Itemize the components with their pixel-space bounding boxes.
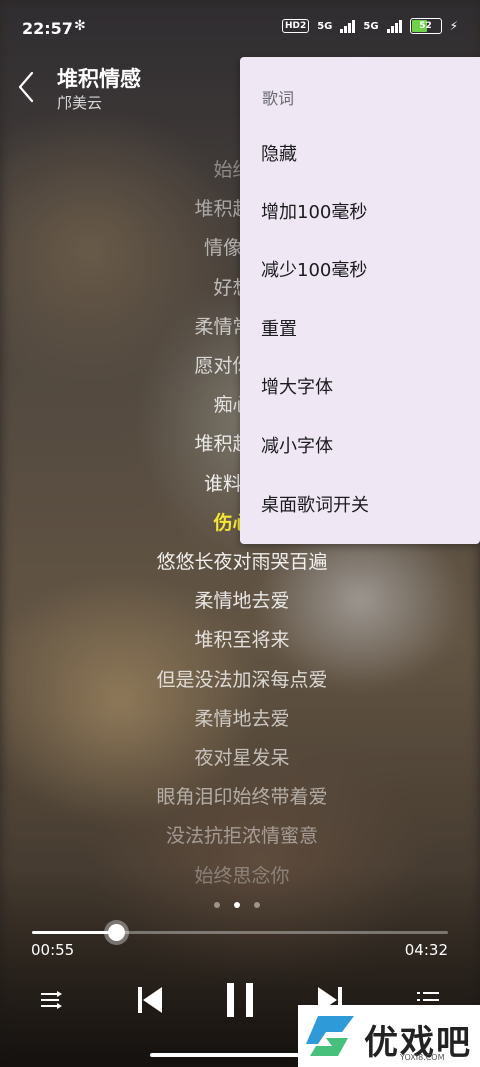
menu-item-reset[interactable]: 重置 — [240, 301, 480, 359]
lyrics-options-menu: 歌词 隐藏 增加100毫秒 减少100毫秒 重置 增大字体 减小字体 桌面歌词开… — [240, 57, 480, 544]
network-5g-label-2: 5G — [363, 20, 379, 32]
current-time: 00:55 — [31, 941, 75, 959]
previous-button[interactable] — [132, 978, 168, 1022]
pause-icon — [227, 983, 253, 1017]
lyric-line: 但是没法加深每点爱 — [156, 668, 328, 691]
progress-fill — [32, 931, 117, 934]
lyric-line: 眼角泪印始终带着爱 — [156, 786, 328, 809]
page-dot — [254, 902, 260, 908]
lyric-line: 夜对星发呆 — [194, 747, 290, 769]
page-dot — [214, 902, 220, 908]
progress-slider[interactable] — [32, 924, 448, 941]
lyric-line: 没法抗拒浓情蜜意 — [165, 825, 318, 848]
lyric-line: 始终思念你 — [194, 864, 290, 887]
battery-level: 52 — [419, 21, 432, 31]
page-indicator — [214, 902, 260, 908]
battery-icon: 52 — [409, 18, 442, 34]
menu-item-add-100ms[interactable]: 增加100毫秒 — [240, 184, 480, 242]
shuffle-icon — [41, 991, 62, 1009]
signal-icon-2 — [386, 19, 402, 33]
watermark: 优戏吧 YOXI8.COM — [298, 1005, 480, 1067]
lyric-line: 堆积至将来 — [194, 629, 290, 652]
lyric-line: 柔情地去爱 — [194, 590, 290, 613]
status-bar: 22:57 ✻ HD2 5G 5G 52 ⚡ — [0, 0, 480, 58]
song-artist: 邝美云 — [57, 94, 103, 112]
chevron-left-icon — [18, 71, 34, 103]
watermark-url: YOXI8.COM — [400, 1053, 445, 1062]
pause-button[interactable] — [220, 978, 260, 1022]
menu-title: 歌词 — [262, 89, 295, 108]
play-mode-button[interactable] — [36, 978, 68, 1022]
menu-item-increase-font[interactable]: 增大字体 — [240, 359, 480, 417]
song-title: 堆积情感 — [57, 67, 141, 91]
watermark-logo-icon — [306, 1016, 354, 1056]
hd-voice-icon: HD2 — [281, 19, 310, 33]
page-dot-active — [234, 902, 240, 908]
gear-icon: ✻ — [74, 18, 86, 34]
menu-item-subtract-100ms[interactable]: 减少100毫秒 — [240, 242, 480, 300]
back-button[interactable] — [16, 70, 46, 106]
lyric-line: 柔情地去爱 — [194, 707, 290, 730]
status-time: 22:57 — [22, 19, 73, 38]
charging-icon: ⚡ — [449, 19, 458, 33]
menu-item-decrease-font[interactable]: 减小字体 — [240, 418, 480, 476]
status-icons: HD2 5G 5G 52 ⚡ — [281, 18, 458, 34]
signal-icon — [340, 19, 356, 33]
lyric-line: 悠悠长夜对雨哭百遍 — [156, 551, 328, 573]
total-time: 04:32 — [404, 941, 448, 959]
skip-previous-icon — [138, 987, 162, 1013]
menu-item-hide[interactable]: 隐藏 — [240, 126, 480, 184]
menu-item-desktop-lyrics[interactable]: 桌面歌词开关 — [240, 477, 480, 535]
progress-thumb[interactable] — [108, 924, 126, 941]
network-5g-label: 5G — [317, 20, 333, 32]
